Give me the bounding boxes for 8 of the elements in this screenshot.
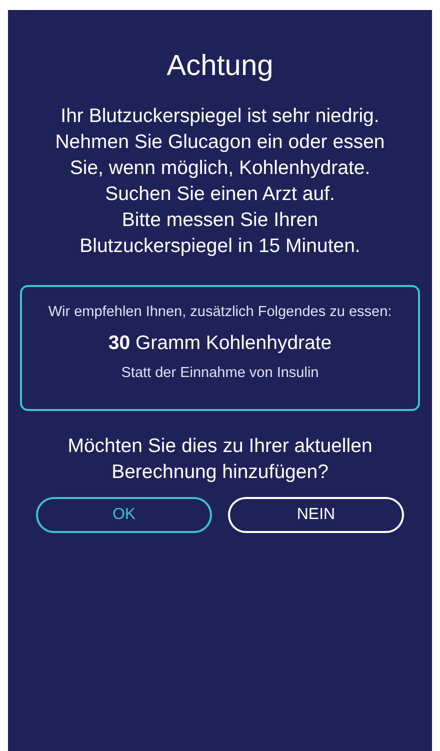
dialog-title: Achtung <box>166 50 274 83</box>
no-button[interactable]: NEIN <box>228 497 404 533</box>
recommendation-intro: Wir empfehlen Ihnen, zusätzlich Folgendes zu essen: <box>47 303 393 322</box>
confirmation-question: Möchten Sie dies zu Ihrer aktuellen Berechnung hinzufügen? <box>66 434 374 485</box>
recommendation-note: Statt der Einnahme von Insulin <box>121 365 319 381</box>
carbohydrate-amount: 30 Gramm Kohlenhydrate <box>108 332 332 355</box>
ok-button[interactable]: OK <box>36 497 212 533</box>
warning-message: Ihr Blutzuckerspiegel ist sehr niedrig. Nehmen Sie Glucagon ein oder essen Sie, wenn möglich, Kohlenhydrate. Suchen Sie einen Arzt auf. Bitte messen Sie Ihren Blutzuckerspiegel in 15 Minuten. <box>55 104 385 259</box>
